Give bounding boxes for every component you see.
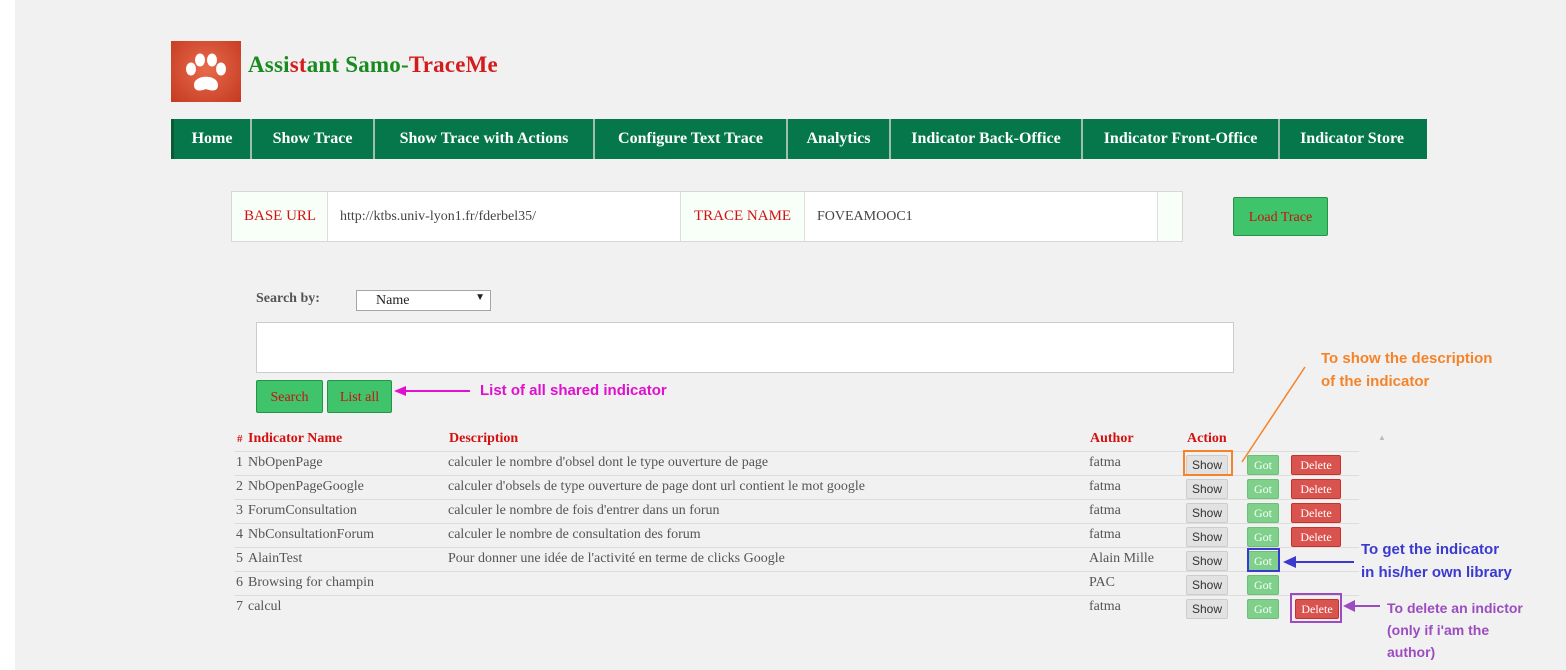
note-got: To get the indicator in his/her own libra… (1361, 541, 1512, 581)
note-delete: To delete an indictor (only if i'am the au… (1387, 600, 1523, 660)
annotation-arrows (394, 366, 1380, 612)
note-show: To show the description of the indicator (1321, 350, 1493, 390)
note-list-all: List of all shared indicator (480, 382, 667, 399)
